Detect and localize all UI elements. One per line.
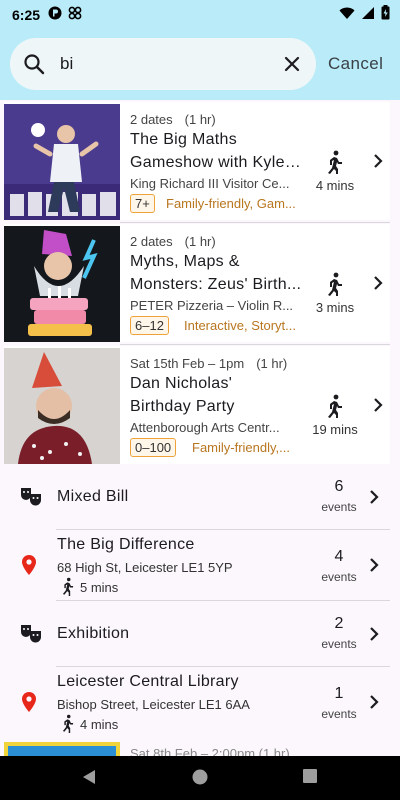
category-row-exhibition[interactable]: Exhibition 2 events: [0, 601, 400, 667]
venue-address: 68 High St, Leicester LE1 5YP: [57, 560, 233, 575]
location-pin-icon: [21, 691, 37, 718]
age-badge: 0–100: [130, 438, 177, 457]
recents-icon[interactable]: [302, 768, 318, 789]
venue-row-big-difference[interactable]: The Big Difference 68 High St, Leicester…: [0, 530, 400, 600]
event-row-myths-maps[interactable]: 2 dates (1 hr) Myths, Maps & Monsters: Zeu…: [4, 224, 390, 342]
wifi-icon: [339, 6, 355, 25]
back-icon[interactable]: [80, 768, 98, 791]
event-count-unit: events: [321, 570, 357, 584]
walking-icon: [324, 150, 346, 179]
chevron-right-icon[interactable]: [366, 693, 382, 716]
sync-notification-icon: [68, 6, 82, 25]
event-venue: Attenborough Arts Centr...: [130, 420, 280, 435]
category-label: Mixed Bill: [57, 488, 129, 505]
divider: [120, 222, 390, 223]
cellular-signal-icon: [361, 6, 375, 25]
event-dates: Sat 15th Feb – 1pm (1 hr): [130, 356, 288, 371]
walk-time: 4 mins: [315, 178, 355, 193]
search-icon: [22, 52, 46, 81]
walk-time: 19 mins: [312, 422, 358, 437]
chevron-right-icon[interactable]: [370, 396, 386, 419]
event-row-big-maths[interactable]: 2 dates (1 hr) The Big Maths Gameshow with…: [4, 102, 390, 220]
category-label: Exhibition: [57, 625, 130, 642]
event-thumbnail-dan: [4, 348, 120, 464]
event-thumbnail-partial: [4, 742, 120, 756]
event-tags: Family-friendly, Gam...: [166, 196, 296, 211]
event-dates: 2 dates (1 hr): [130, 234, 216, 249]
battery-icon: [381, 5, 390, 25]
status-time: 6:25: [12, 7, 41, 23]
cancel-button[interactable]: Cancel: [328, 54, 383, 74]
divider: [120, 344, 390, 345]
search-box[interactable]: [10, 38, 316, 90]
results-list[interactable]: 2 dates (1 hr) The Big Maths Gameshow with…: [0, 100, 400, 756]
venue-name: Leicester Central Library: [57, 673, 239, 690]
theatre-masks-icon: [20, 623, 42, 648]
walking-icon: [324, 272, 346, 301]
chevron-right-icon[interactable]: [366, 556, 382, 579]
chevron-right-icon[interactable]: [370, 274, 386, 297]
event-title: Myths, Maps & Monsters: Zeus' Birth...: [130, 253, 302, 293]
venue-address: Bishop Street, Leicester LE1 6AA: [57, 697, 250, 712]
chevron-right-icon[interactable]: [366, 488, 382, 511]
event-title: The Big Maths Gameshow with Kyle ...: [130, 131, 302, 171]
chevron-right-icon[interactable]: [370, 152, 386, 175]
event-venue: King Richard III Visitor Ce...: [130, 176, 290, 191]
location-pin-icon: [21, 554, 37, 581]
theatre-masks-icon: [20, 486, 42, 511]
event-count: 2: [334, 615, 344, 632]
event-count-unit: events: [321, 500, 357, 514]
clear-search-icon[interactable]: [280, 52, 304, 81]
event-count: 1: [334, 685, 344, 702]
status-bar: 6:25: [0, 0, 400, 30]
home-icon[interactable]: [191, 768, 209, 791]
age-badge: 6–12: [130, 316, 169, 335]
venue-name: The Big Difference: [57, 536, 195, 553]
age-badge: 7+: [130, 194, 155, 213]
venue-row-central-library[interactable]: Leicester Central Library Bishop Street,…: [0, 667, 400, 737]
event-dates: 2 dates (1 hr): [130, 112, 216, 127]
event-thumbnail-maths: [4, 104, 120, 220]
search-header: Cancel: [0, 30, 400, 100]
walking-icon: [60, 713, 76, 738]
event-count: 4: [334, 548, 344, 565]
walking-icon: [60, 576, 76, 601]
app-notification-icon: [48, 6, 62, 25]
walk-time: 3 mins: [315, 300, 355, 315]
system-nav-bar: [0, 756, 400, 800]
chevron-right-icon[interactable]: [366, 625, 382, 648]
event-venue: PETER Pizzeria – Violin R...: [130, 298, 294, 313]
event-title: Dan Nicholas' Birthday Party: [130, 375, 235, 415]
event-count: 6: [334, 478, 344, 495]
walk-time: 4 mins: [80, 717, 119, 732]
search-input[interactable]: [60, 50, 270, 78]
event-count-unit: events: [321, 637, 357, 651]
walk-time: 5 mins: [80, 580, 119, 595]
event-tags: Family-friendly,...: [192, 440, 290, 455]
event-count-unit: events: [321, 707, 357, 721]
event-thumbnail-zeus: [4, 226, 120, 342]
walking-icon: [324, 394, 346, 423]
event-row-dan-nicholas[interactable]: Sat 15th Feb – 1pm (1 hr) Dan Nicholas' Bi…: [4, 346, 390, 464]
category-row-mixed-bill[interactable]: Mixed Bill 6 events: [0, 464, 400, 530]
event-tags: Interactive, Storyt...: [184, 318, 296, 333]
